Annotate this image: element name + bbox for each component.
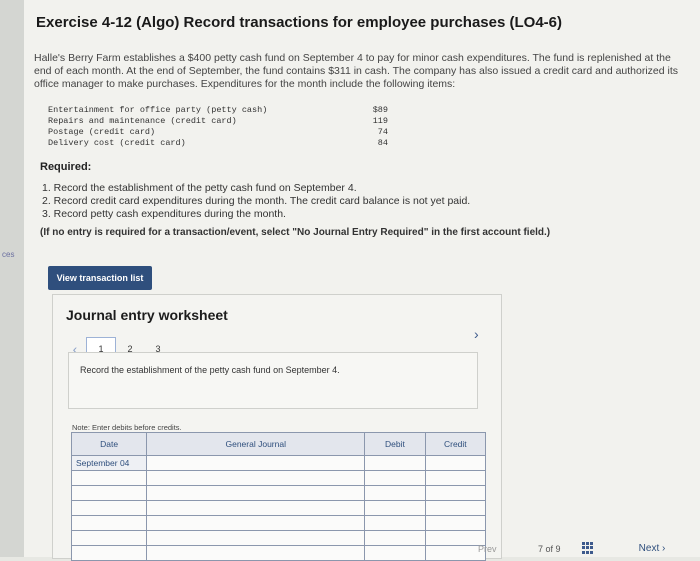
chevron-right-icon[interactable]: › xyxy=(474,326,479,342)
exercise-intro: Halle's Berry Farm establishes a $400 pe… xyxy=(34,52,679,90)
no-entry-note: (If no entry is required for a transacti… xyxy=(40,227,551,238)
column-header-credit: Credit xyxy=(424,432,487,456)
expenditure-row: Repairs and maintenance (credit card) 11… xyxy=(48,116,388,127)
grid-icon[interactable] xyxy=(582,542,594,554)
left-edge-strip xyxy=(0,0,24,557)
expenditure-amount: $89 xyxy=(372,105,388,115)
credit-cell[interactable] xyxy=(424,485,487,501)
date-cell[interactable] xyxy=(70,500,148,516)
expenditure-amount: 84 xyxy=(377,138,388,148)
debit-cell[interactable] xyxy=(364,500,426,516)
date-cell[interactable] xyxy=(70,530,148,546)
credit-cell[interactable] xyxy=(424,470,487,486)
table-row xyxy=(70,500,487,516)
expenditure-item: Delivery cost (credit card) xyxy=(48,138,186,148)
date-cell[interactable] xyxy=(70,515,148,531)
next-label: Next xyxy=(638,543,660,554)
credit-cell[interactable] xyxy=(424,500,487,516)
exercise-title: Exercise 4-12 (Algo) Record transactions… xyxy=(36,14,563,31)
account-cell[interactable] xyxy=(146,485,366,501)
account-cell[interactable] xyxy=(146,515,366,531)
debit-cell[interactable] xyxy=(364,515,426,531)
bottom-navigation: Prev 7 of 9 Next › xyxy=(470,540,700,557)
required-list: 1. Record the establishment of the petty… xyxy=(42,182,470,221)
column-header-date: Date xyxy=(70,432,148,456)
expenditure-amount: 119 xyxy=(372,116,388,126)
worksheet-title: Journal entry worksheet xyxy=(66,307,228,323)
account-cell[interactable] xyxy=(146,500,366,516)
debit-cell[interactable] xyxy=(364,455,426,471)
chevron-right-icon: › xyxy=(659,543,666,554)
table-row xyxy=(70,545,487,561)
table-row: September 04 xyxy=(70,455,487,471)
date-cell[interactable] xyxy=(70,485,148,501)
date-cell[interactable] xyxy=(70,470,148,486)
task-description: Record the establishment of the petty ca… xyxy=(80,365,340,375)
credit-cell[interactable] xyxy=(424,515,487,531)
table-row xyxy=(70,485,487,501)
prev-button[interactable]: Prev xyxy=(478,544,497,554)
required-item: 3. Record petty cash expenditures during… xyxy=(42,208,286,220)
account-cell[interactable] xyxy=(146,530,366,546)
column-header-general-journal: General Journal xyxy=(146,432,366,456)
table-row xyxy=(70,530,487,546)
required-item: 1. Record the establishment of the petty… xyxy=(42,182,357,194)
expenditure-item: Repairs and maintenance (credit card) xyxy=(48,116,237,126)
credit-cell[interactable] xyxy=(424,455,487,471)
next-button[interactable]: Next › xyxy=(604,540,700,557)
date-cell[interactable] xyxy=(70,545,148,561)
required-item: 2. Record credit card expenditures durin… xyxy=(42,195,471,207)
journal-table: Date General Journal Debit Credit Septem… xyxy=(70,432,487,561)
debit-cell[interactable] xyxy=(364,485,426,501)
expenditures-list: Entertainment for office party (petty ca… xyxy=(48,105,388,149)
debits-note: Note: Enter debits before credits. xyxy=(72,423,182,432)
required-heading: Required: xyxy=(40,161,92,173)
account-cell[interactable] xyxy=(146,470,366,486)
task-box xyxy=(68,352,478,409)
debit-cell[interactable] xyxy=(364,530,426,546)
journal-header-row: Date General Journal Debit Credit xyxy=(70,432,487,456)
account-cell[interactable] xyxy=(146,545,366,561)
view-transaction-list-button[interactable]: View transaction list xyxy=(48,266,152,290)
expenditure-item: Entertainment for office party (petty ca… xyxy=(48,105,268,115)
expenditure-amount: 74 xyxy=(377,127,388,137)
expenditure-row: Entertainment for office party (petty ca… xyxy=(48,105,388,116)
date-cell[interactable]: September 04 xyxy=(70,455,148,471)
table-row xyxy=(70,470,487,486)
expenditure-row: Postage (credit card) 74 xyxy=(48,127,388,138)
page-count: 7 of 9 xyxy=(538,544,561,554)
table-row xyxy=(70,515,487,531)
debit-cell[interactable] xyxy=(364,470,426,486)
column-header-debit: Debit xyxy=(364,432,426,456)
expenditure-item: Postage (credit card) xyxy=(48,127,156,137)
side-label: ces xyxy=(2,250,15,259)
expenditure-row: Delivery cost (credit card) 84 xyxy=(48,138,388,149)
account-cell[interactable] xyxy=(146,455,366,471)
debit-cell[interactable] xyxy=(364,545,426,561)
